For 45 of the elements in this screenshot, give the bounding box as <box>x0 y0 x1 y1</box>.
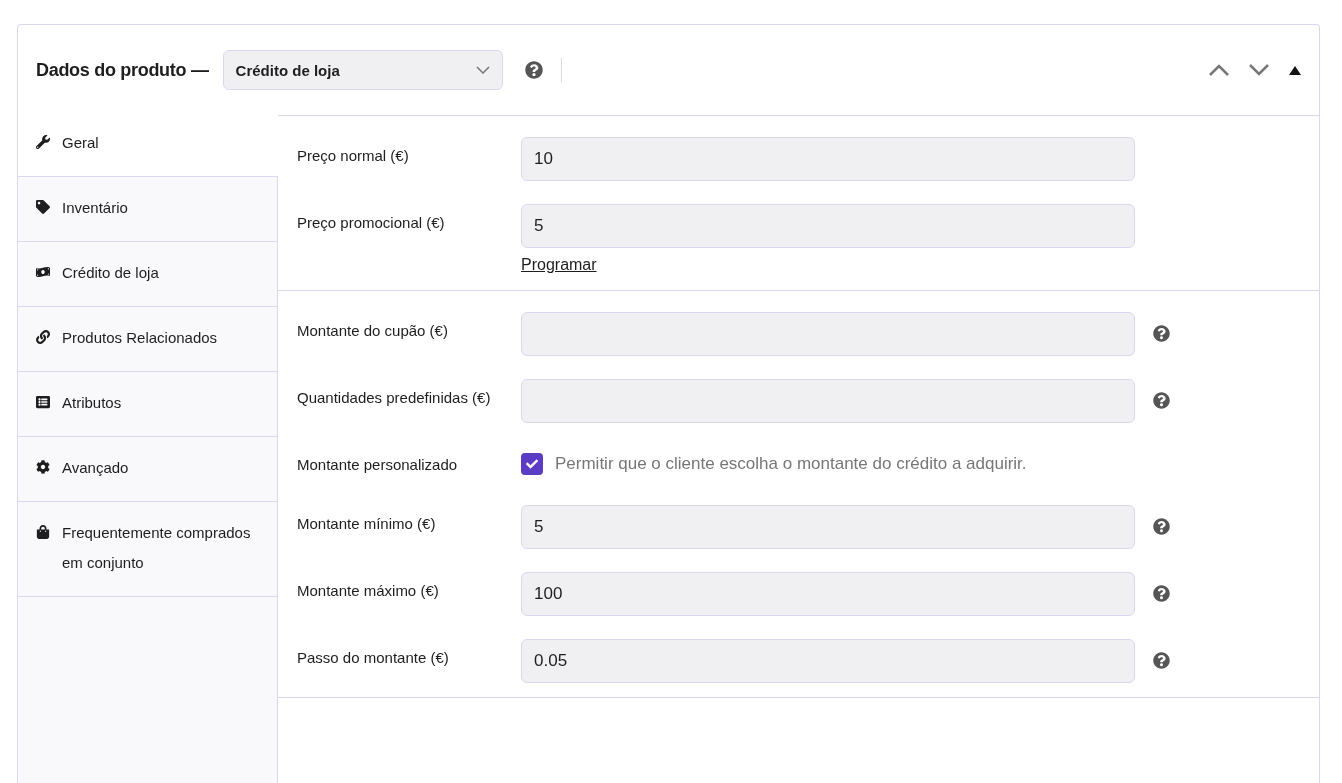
checkmark-icon <box>526 457 538 470</box>
chevron-down-icon[interactable] <box>1249 64 1269 76</box>
help-icon[interactable] <box>1153 652 1170 669</box>
text-field[interactable] <box>521 379 1135 423</box>
checkbox[interactable] <box>521 452 543 475</box>
chevron-down-icon <box>475 66 490 74</box>
field-label: Quantidades predefinidas (€) <box>297 388 492 408</box>
sidebar-tab[interactable]: Crédito de loja <box>18 242 277 307</box>
text-field[interactable]: 5 <box>521 505 1135 549</box>
wrench-icon <box>36 135 50 149</box>
bag-icon <box>36 525 50 539</box>
sidebar-tab[interactable]: Avançado <box>18 437 277 502</box>
sidebar-tab[interactable]: Frequentemente comprados em conjunto <box>18 502 277 597</box>
gear-icon <box>36 460 50 474</box>
list-icon <box>36 395 50 409</box>
text-field[interactable]: 10 <box>521 137 1135 181</box>
collapse-triangle-icon[interactable] <box>1289 65 1301 75</box>
field-label: Montante personalizado <box>297 455 459 475</box>
help-icon[interactable] <box>1153 585 1170 602</box>
sidebar-tab[interactable]: Geral <box>18 114 278 177</box>
banknote-icon <box>36 265 50 279</box>
sidebar-tab[interactable]: Inventário <box>18 177 277 242</box>
help-icon[interactable] <box>524 61 543 79</box>
field-label: Preço promocional (€) <box>297 213 446 233</box>
chevron-up-icon[interactable] <box>1209 64 1229 76</box>
field-label: Montante do cupão (€) <box>297 321 449 341</box>
schedule-link[interactable]: Programar <box>521 254 597 276</box>
help-icon[interactable] <box>1153 518 1170 535</box>
field-label: Passo do montante (€) <box>297 648 450 668</box>
field-label: Preço normal (€) <box>297 146 410 166</box>
help-icon[interactable] <box>1153 392 1170 409</box>
field-label: Montante máximo (€) <box>297 581 440 601</box>
sidebar-tab[interactable]: Produtos Relacionados <box>18 307 277 372</box>
tag-icon <box>36 200 50 214</box>
link-icon <box>36 330 50 344</box>
text-field[interactable]: 100 <box>521 572 1135 616</box>
checkbox-description: Permitir que o cliente escolha o montante do crédito a adquirir. <box>555 453 1027 474</box>
product-type-select[interactable]: Crédito de loja <box>222 50 503 90</box>
text-field[interactable]: 0.05 <box>521 639 1135 683</box>
text-field[interactable]: 5 <box>521 204 1135 248</box>
sidebar-tab[interactable]: Atributos <box>18 372 277 437</box>
help-icon[interactable] <box>1153 325 1170 342</box>
field-label: Montante mínimo (€) <box>297 514 437 534</box>
panel-title: Dados do produto — <box>36 59 209 81</box>
text-field[interactable] <box>521 312 1135 356</box>
